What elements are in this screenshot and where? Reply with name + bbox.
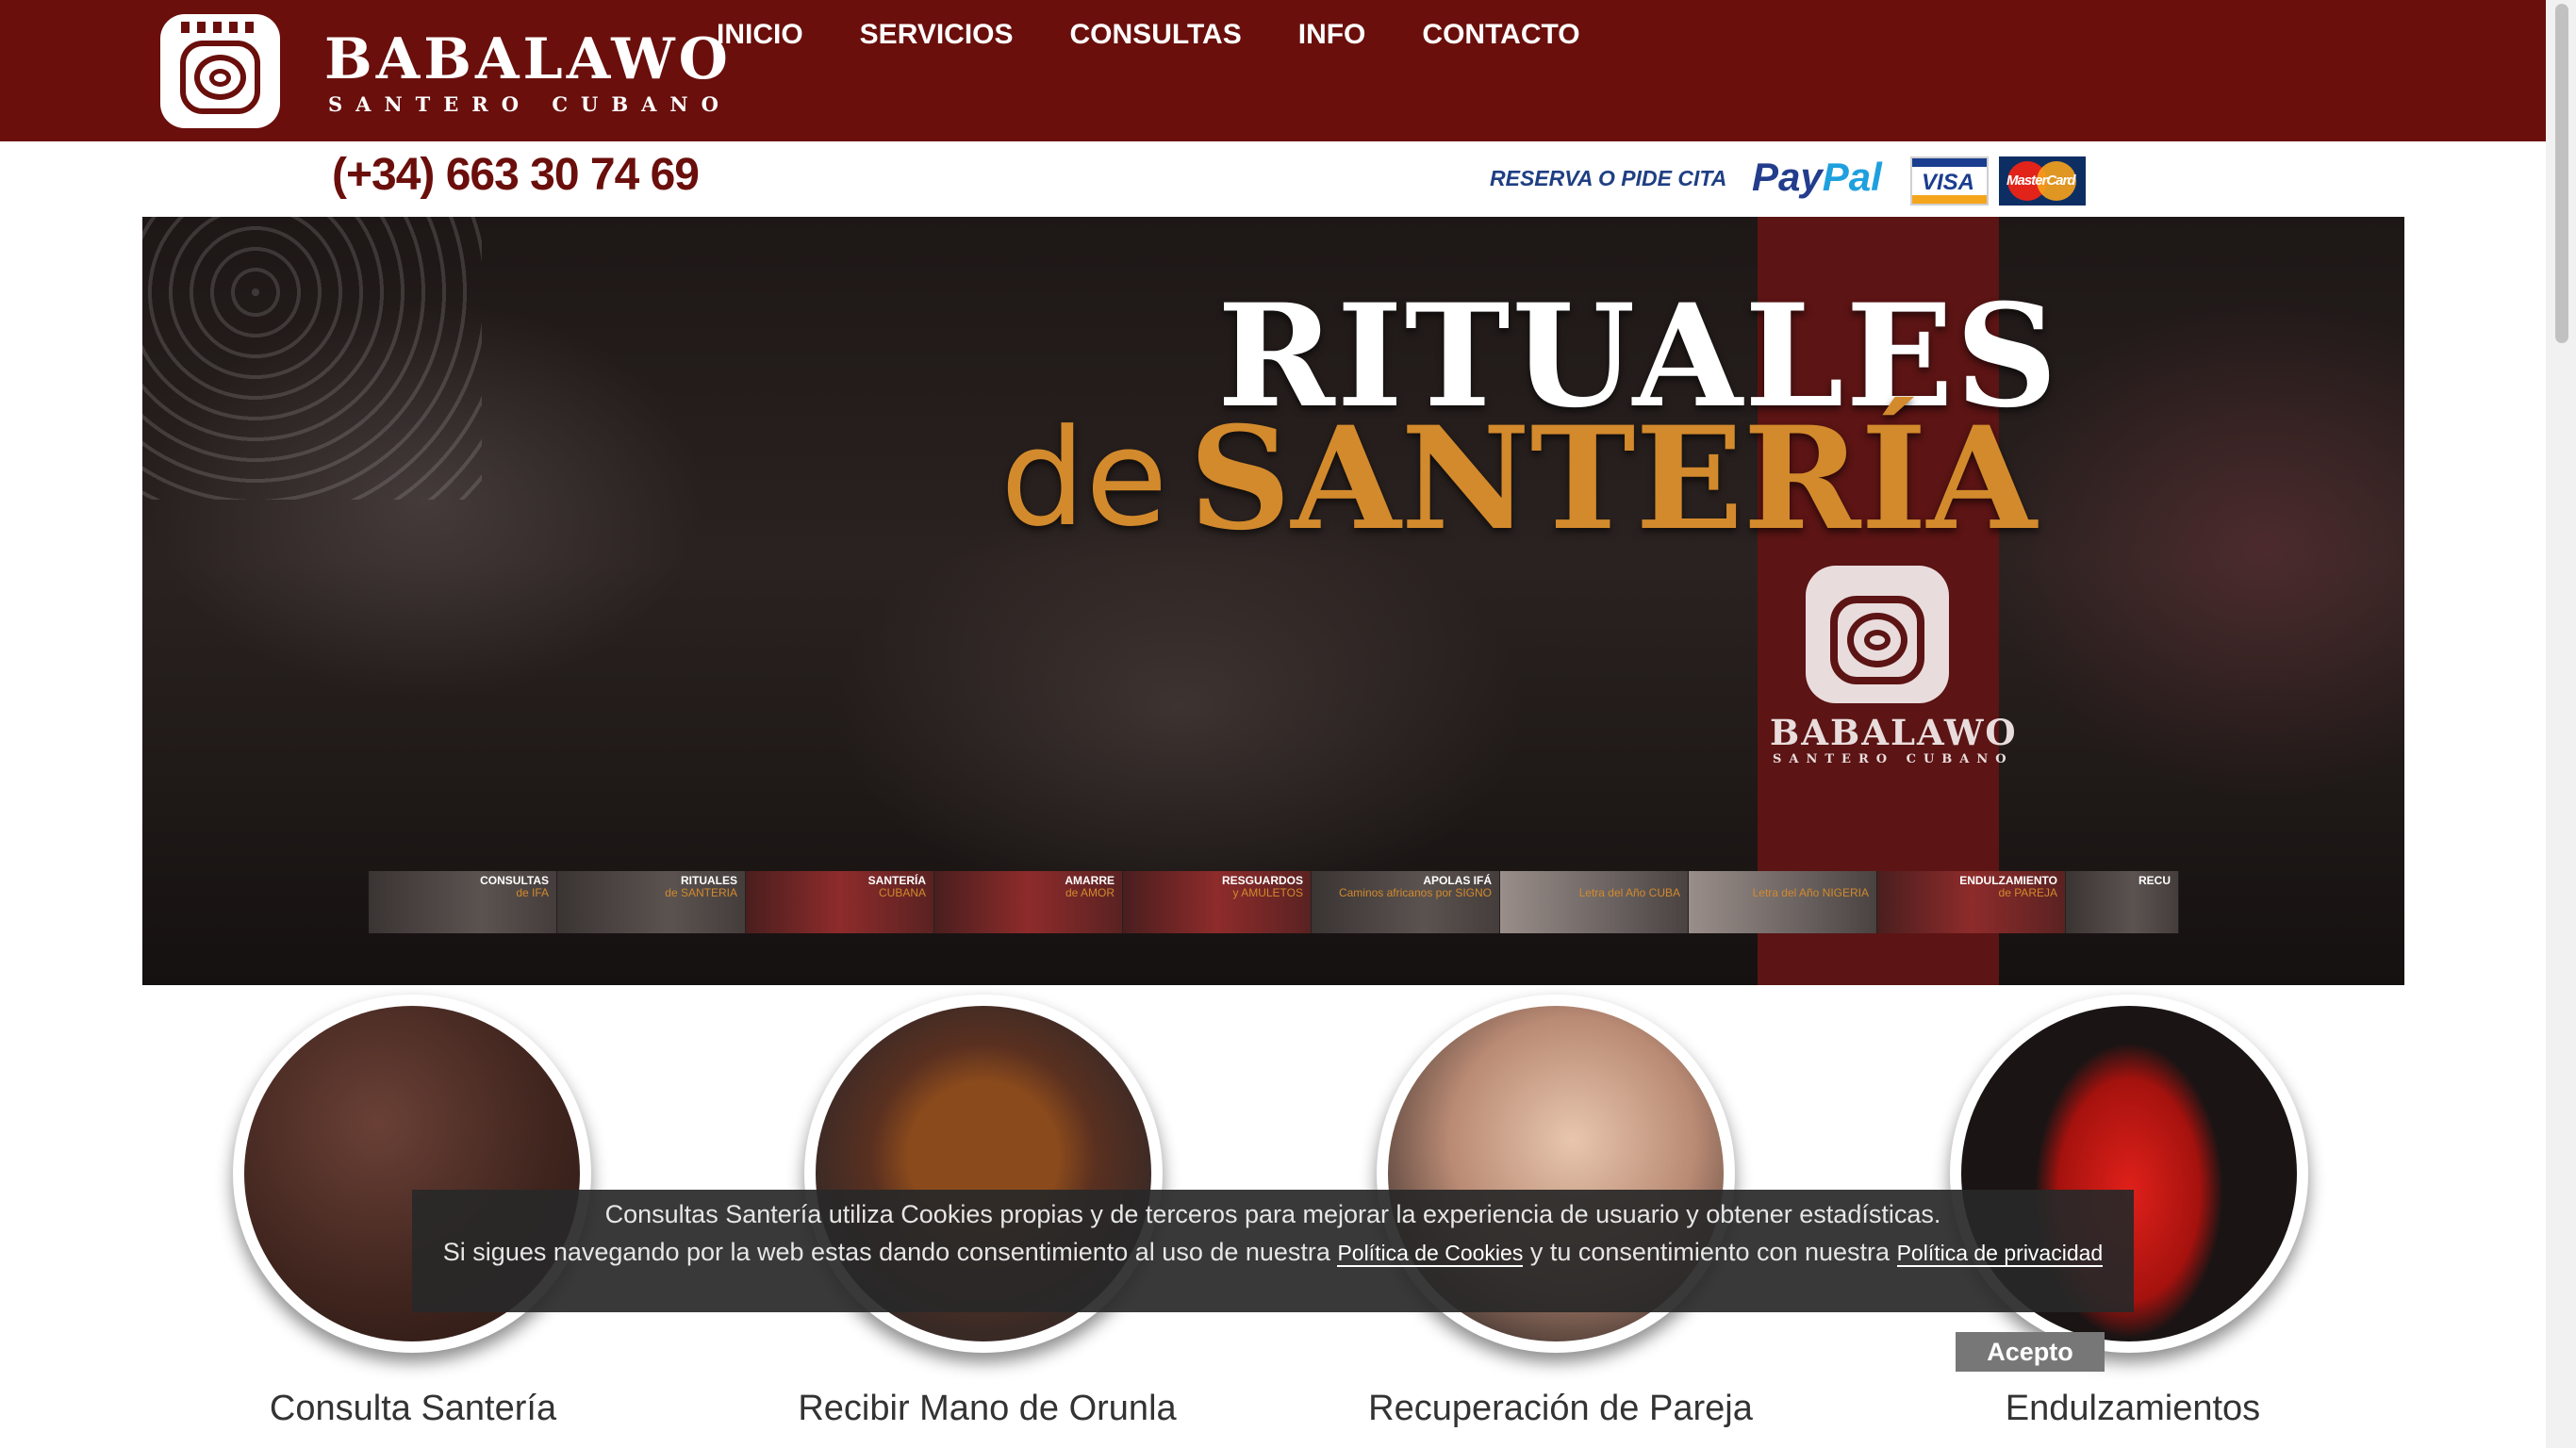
scrollbar-thumb[interactable] <box>2555 4 2568 343</box>
lace-decoration <box>142 217 482 500</box>
thumb-title: RESGUARDOS <box>1221 874 1303 887</box>
mastercard-icon: MasterCard <box>1999 156 2086 206</box>
paypal-logo: PayPal <box>1752 155 1882 200</box>
service-label[interactable]: Recuperación de Pareja <box>1325 1389 1796 1429</box>
cookie-accept-button[interactable]: Acepto <box>1956 1332 2105 1372</box>
top-header-bar: BABALAWO SANTERO CUBANO INICIO SERVICIOS… <box>0 0 2546 141</box>
slide-thumb[interactable]: SANTERÍA CUBANA <box>746 871 934 933</box>
cookie-text-line2: Si sigues navegando por la web estas dan… <box>412 1233 2134 1272</box>
thumb-title: CONSULTAS <box>480 874 549 887</box>
hero-title-de: de <box>1000 401 1168 556</box>
cookie-text-line1: Consultas Santería utiliza Cookies propi… <box>604 1200 1941 1228</box>
thumb-sub: de AMOR <box>1065 886 1115 899</box>
nav-item-contacto[interactable]: CONTACTO <box>1422 19 1579 51</box>
mastercard-text: MasterCard <box>2006 173 2076 189</box>
thumb-title: RECU <box>2138 874 2171 887</box>
hero-title-santeria: SANTERÍA <box>1189 396 2037 562</box>
visa-text: VISA <box>1922 170 1975 195</box>
cookies-policy-link[interactable]: Política de Cookies <box>1337 1241 1524 1267</box>
nav-item-info[interactable]: INFO <box>1298 19 1366 51</box>
phone-number[interactable]: (+34) 663 30 74 69 <box>332 149 700 201</box>
nav-item-consultas[interactable]: CONSULTAS <box>1070 19 1242 51</box>
nav-item-inicio[interactable]: INICIO <box>717 19 803 51</box>
hero-logo-name: BABALAWO <box>1770 712 2018 753</box>
cookie-banner: Consultas Santería utiliza Cookies propi… <box>412 1190 2134 1312</box>
service-label[interactable]: Recibir Mano de Orunla <box>751 1389 1223 1429</box>
thumb-title: SANTERÍA <box>867 874 926 887</box>
thumb-sub: de SANTERIA <box>665 886 737 899</box>
spiral-logo-icon[interactable] <box>160 14 280 128</box>
thumb-sub: Letra del Año CUBA <box>1578 886 1680 899</box>
thumb-title: AMARRE <box>1065 874 1115 887</box>
main-nav: INICIO SERVICIOS CONSULTAS INFO CONTACTO <box>717 19 1637 51</box>
thumb-sub: de PAREJA <box>1998 886 2057 899</box>
thumb-sub: CUBANA <box>878 886 926 899</box>
visa-card-icon: VISA <box>1910 156 1989 206</box>
slide-thumb[interactable]: RITUALES de SANTERIA <box>557 871 746 933</box>
thumb-sub: de IFA <box>516 886 549 899</box>
slide-thumb[interactable]: Letra del Año NIGERIA <box>1689 871 1877 933</box>
service-card-consulta[interactable] <box>233 995 591 1372</box>
service-label[interactable]: Consulta Santería <box>177 1389 649 1429</box>
service-card-endulzamientos[interactable] <box>1950 995 2308 1372</box>
thumb-title: ENDULZAMIENTO <box>1959 874 2057 887</box>
thumb-sub: Caminos africanos por SIGNO <box>1338 886 1492 899</box>
service-label[interactable]: Endulzamientos <box>1897 1389 2369 1429</box>
slider-thumbnails: CONSULTAS de IFA RITUALES de SANTERIA SANT… <box>369 871 2179 933</box>
page-scrollbar[interactable] <box>2546 0 2576 1448</box>
cookie-text-mid: y tu consentimiento con nuestra <box>1529 1238 1891 1266</box>
slide-thumb[interactable]: Letra del Año CUBA <box>1500 871 1689 933</box>
cookie-text-pre: Si sigues navegando por la web estas dan… <box>442 1238 1330 1266</box>
slide-thumb[interactable]: APOLAS IFÁ Caminos africanos por SIGNO <box>1312 871 1500 933</box>
hero-spiral-logo-icon <box>1806 566 1949 703</box>
privacy-policy-link[interactable]: Política de privacidad <box>1896 1241 2104 1267</box>
thumb-title: APOLAS IFÁ <box>1423 874 1492 887</box>
service-card-orunla[interactable] <box>804 995 1163 1372</box>
nav-item-servicios[interactable]: SERVICIOS <box>860 19 1014 51</box>
hero-logo-sub: SANTERO CUBANO <box>1773 752 2014 766</box>
slide-thumb[interactable]: RECU <box>2066 871 2179 933</box>
thumb-sub: Letra del Año NIGERIA <box>1752 886 1869 899</box>
brand-subtitle: SANTERO CUBANO <box>328 92 732 116</box>
paypal-pay: Pay <box>1752 155 1823 199</box>
slide-thumb[interactable]: AMARRE de AMOR <box>934 871 1123 933</box>
slide-thumb[interactable]: ENDULZAMIENTO de PAREJA <box>1877 871 2066 933</box>
paypal-pal: Pal <box>1822 155 1882 199</box>
hero-slider[interactable]: RITUALES de SANTERÍA BABALAWO SANTERO CU… <box>142 217 2404 985</box>
slide-thumb[interactable]: RESGUARDOS y AMULETOS <box>1123 871 1312 933</box>
thumb-sub: y AMULETOS <box>1232 886 1303 899</box>
service-card-pareja[interactable] <box>1377 995 1735 1372</box>
thumb-title: RITUALES <box>681 874 737 887</box>
brand-name[interactable]: BABALAWO <box>324 26 732 92</box>
slide-thumb[interactable]: CONSULTAS de IFA <box>369 871 557 933</box>
reserve-text: RESERVA O PIDE CITA <box>1490 166 1727 190</box>
